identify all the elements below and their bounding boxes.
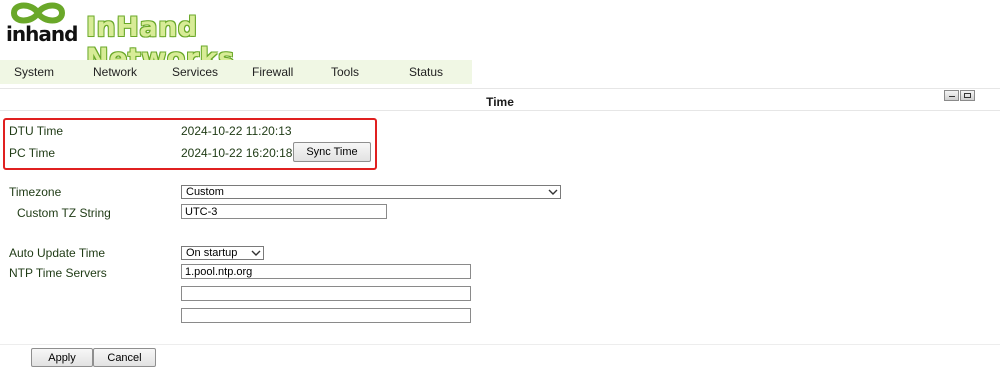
dtu-time-value: 2024-10-22 11:20:13 [181,124,292,138]
timezone-select[interactable]: Custom [181,185,561,199]
ntp-servers-label: NTP Time Servers [9,266,107,280]
sync-time-button[interactable]: Sync Time [293,142,371,162]
auto-update-label: Auto Update Time [9,246,106,260]
chevron-down-icon [249,247,263,259]
menu-system[interactable]: System [14,65,54,79]
timezone-selected: Custom [186,186,224,198]
timezone-label: Timezone [9,185,62,199]
header-divider [0,88,1000,89]
logo-wordmark: inhand [6,22,78,46]
window-controls [944,90,976,102]
menu-network[interactable]: Network [93,65,137,79]
menu-services[interactable]: Services [172,65,218,79]
ntp-server-input-3[interactable] [181,308,471,323]
auto-update-select[interactable]: On startup [181,246,264,260]
custom-tz-label: Custom TZ String [17,206,111,220]
menu-firewall[interactable]: Firewall [252,65,293,79]
cancel-button[interactable]: Cancel [93,348,156,367]
menu-status[interactable]: Status [409,65,443,79]
custom-tz-input[interactable]: UTC-3 [181,204,387,219]
section-divider [0,110,1000,111]
page-title: Time [486,95,514,109]
menu-tools[interactable]: Tools [331,65,359,79]
footer-divider [0,344,1000,345]
ntp-server-input-1[interactable]: 1.pool.ntp.org [181,264,471,279]
maximize-icon[interactable] [960,90,975,101]
chevron-down-icon [546,186,560,198]
main-menu: System Network Services Firewall Tools S… [0,60,472,84]
ntp-server-input-2[interactable] [181,286,471,301]
pc-time-label: PC Time [9,146,56,160]
pc-time-value: 2024-10-22 16:20:18 [181,146,293,160]
minimize-icon[interactable] [944,90,959,101]
dtu-time-label: DTU Time [9,124,63,138]
inhand-logo: inhand InHand Networks [2,0,332,74]
auto-update-selected: On startup [186,247,238,259]
apply-button[interactable]: Apply [31,348,93,367]
